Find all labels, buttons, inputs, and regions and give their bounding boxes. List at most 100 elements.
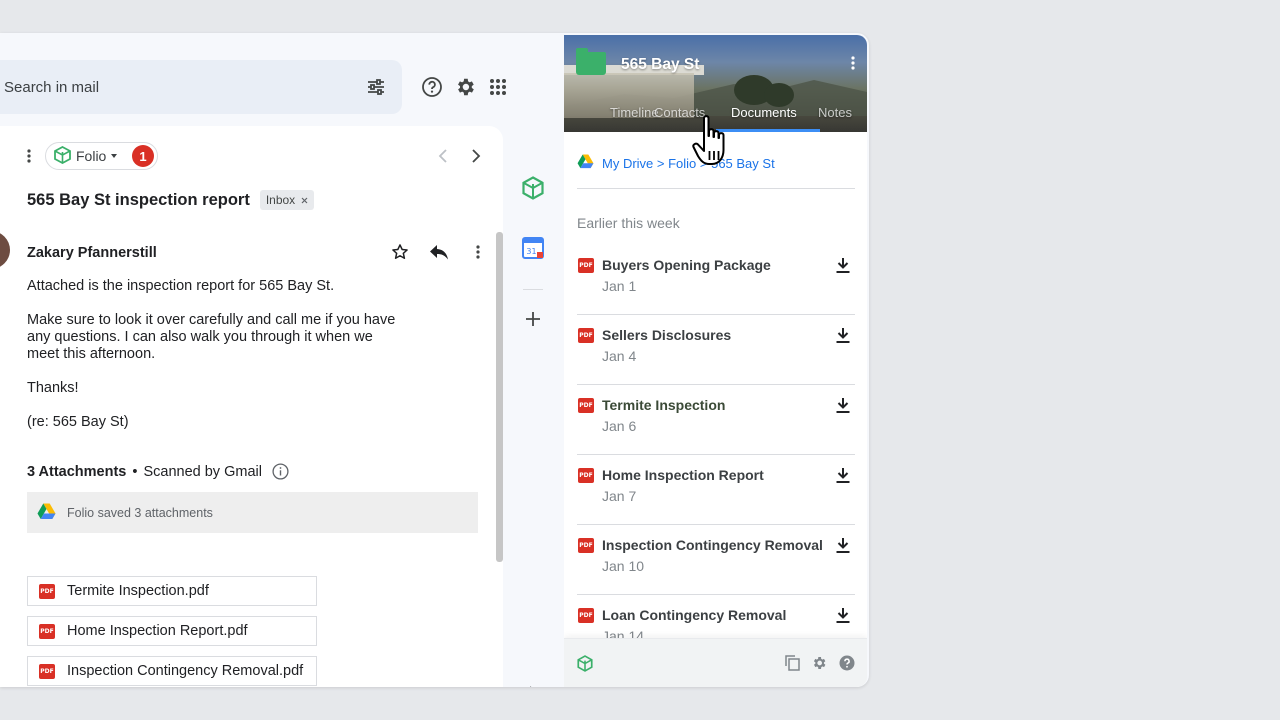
folio-logo-icon[interactable] xyxy=(575,653,595,673)
apps-grid-icon[interactable] xyxy=(486,75,510,99)
help-icon[interactable] xyxy=(837,653,857,673)
more-options-icon[interactable] xyxy=(19,146,39,166)
help-icon[interactable] xyxy=(420,75,444,99)
folio-addon-chip[interactable]: Folio 1 xyxy=(45,142,158,170)
divider xyxy=(577,188,855,189)
header-actions xyxy=(420,75,510,99)
folio-logo-icon xyxy=(54,145,71,167)
copy-icon[interactable] xyxy=(782,653,802,673)
body-paragraph: (re: 565 Bay St) xyxy=(27,414,129,430)
reply-icon[interactable] xyxy=(427,240,451,264)
panel-footer xyxy=(564,638,867,687)
tab-timeline[interactable]: Timeline xyxy=(610,105,659,120)
expand-panel-icon[interactable] xyxy=(521,681,545,687)
message-more-icon[interactable] xyxy=(466,240,490,264)
previous-email-icon[interactable] xyxy=(433,146,453,166)
document-date: Jan 10 xyxy=(602,558,645,574)
breadcrumb-path[interactable]: My Drive > Folio > 565 Bay St xyxy=(602,156,775,171)
email-body: Attached is the inspection report for 56… xyxy=(27,278,407,448)
document-row[interactable]: PDF Buyers Opening Package Jan 1 xyxy=(577,245,855,315)
attachment-name: Inspection Contingency Removal.pdf xyxy=(67,663,304,679)
pdf-icon: PDF xyxy=(39,663,55,679)
email-view: Folio 1 565 Bay St inspection report Inb… xyxy=(0,126,503,687)
notification-badge: 1 xyxy=(132,145,154,167)
document-row[interactable]: PDF Inspection Contingency Removal Jan 1… xyxy=(577,525,855,595)
attachment-chip[interactable]: PDF Termite Inspection.pdf xyxy=(27,576,317,606)
document-date: Jan 4 xyxy=(602,348,637,364)
pdf-icon: PDF xyxy=(39,583,55,599)
body-paragraph: Make sure to look it over carefully and … xyxy=(27,312,396,362)
remove-label-icon[interactable] xyxy=(301,193,308,207)
star-icon[interactable] xyxy=(388,240,412,264)
settings-icon[interactable] xyxy=(453,75,477,99)
section-label: Earlier this week xyxy=(577,215,680,231)
attachment-chip[interactable]: PDF Inspection Contingency Removal.pdf xyxy=(27,656,317,686)
pdf-icon: PDF xyxy=(578,538,594,553)
attachments-header: 3 Attachments • Scanned by Gmail xyxy=(27,463,289,480)
sender-avatar[interactable] xyxy=(0,231,10,269)
breadcrumb[interactable]: My Drive > Folio > 565 Bay St xyxy=(577,154,775,172)
pdf-icon: PDF xyxy=(578,328,594,343)
pdf-icon: PDF xyxy=(578,608,594,623)
search-bar[interactable]: Search in mail xyxy=(0,60,402,114)
panel-more-icon[interactable] xyxy=(845,53,861,73)
google-drive-icon xyxy=(577,154,594,172)
document-date: Jan 1 xyxy=(602,278,637,294)
label-text: Inbox xyxy=(265,193,296,207)
pdf-icon: PDF xyxy=(578,398,594,413)
download-icon[interactable] xyxy=(833,465,853,485)
document-row[interactable]: PDF Sellers Disclosures Jan 4 xyxy=(577,315,855,385)
property-folder-icon xyxy=(576,48,606,75)
folio-saved-notice: Folio saved 3 attachments xyxy=(27,492,478,533)
saved-notice-text: Folio saved 3 attachments xyxy=(67,505,213,520)
document-name[interactable]: Loan Contingency Removal xyxy=(602,607,786,623)
subject-row: 565 Bay St inspection report Inbox xyxy=(27,190,315,210)
download-icon[interactable] xyxy=(833,325,853,345)
scanned-label: Scanned by Gmail xyxy=(143,463,262,480)
attachment-name: Home Inspection Report.pdf xyxy=(67,623,248,639)
search-input[interactable]: Search in mail xyxy=(4,79,364,96)
rail-divider xyxy=(523,289,543,290)
sender-name[interactable]: Zakary Pfannerstill xyxy=(27,245,157,261)
body-paragraph: Thanks! xyxy=(27,380,79,396)
calendar-day-text: 31 xyxy=(526,247,536,256)
document-name[interactable]: Buyers Opening Package xyxy=(602,257,771,273)
document-row[interactable]: PDF Home Inspection Report Jan 7 xyxy=(577,455,855,525)
document-name[interactable]: Sellers Disclosures xyxy=(602,327,731,343)
property-title: 565 Bay St xyxy=(621,56,700,73)
document-row[interactable]: PDF Termite Inspection Jan 6 xyxy=(577,385,855,455)
document-name[interactable]: Termite Inspection xyxy=(602,397,725,413)
tab-notes[interactable]: Notes xyxy=(818,105,852,120)
document-date: Jan 6 xyxy=(602,418,637,434)
download-icon[interactable] xyxy=(833,395,853,415)
document-name[interactable]: Inspection Contingency Removal xyxy=(602,537,823,553)
pdf-icon: PDF xyxy=(578,468,594,483)
message-actions xyxy=(388,240,490,264)
bullet-separator: • xyxy=(132,463,138,480)
info-icon[interactable] xyxy=(272,463,289,480)
tab-documents[interactable]: Documents xyxy=(731,105,797,120)
email-scrollbar[interactable] xyxy=(496,232,503,562)
hand-pointer-cursor xyxy=(692,115,725,165)
email-toolbar: Folio 1 xyxy=(0,142,503,170)
folio-chip-label: Folio xyxy=(76,148,107,164)
email-subject: 565 Bay St inspection report xyxy=(27,190,250,209)
document-date: Jan 7 xyxy=(602,488,637,504)
add-addon-icon[interactable] xyxy=(521,307,545,331)
pdf-icon: PDF xyxy=(578,258,594,273)
attachment-chip[interactable]: PDF Home Inspection Report.pdf xyxy=(27,616,317,646)
document-name[interactable]: Home Inspection Report xyxy=(602,467,764,483)
inbox-label-chip: Inbox xyxy=(259,190,315,210)
google-drive-icon xyxy=(37,503,56,523)
settings-icon[interactable] xyxy=(809,653,829,673)
body-paragraph: Attached is the inspection report for 56… xyxy=(27,278,335,294)
folio-addon-icon[interactable] xyxy=(521,176,545,200)
search-options-icon[interactable] xyxy=(364,75,388,99)
download-icon[interactable] xyxy=(833,255,853,275)
pdf-icon: PDF xyxy=(39,623,55,639)
next-email-icon[interactable] xyxy=(466,146,486,166)
calendar-icon[interactable]: 31 xyxy=(521,236,545,260)
addon-side-rail: 31 xyxy=(504,126,563,687)
download-icon[interactable] xyxy=(833,535,853,555)
download-icon[interactable] xyxy=(833,605,853,625)
